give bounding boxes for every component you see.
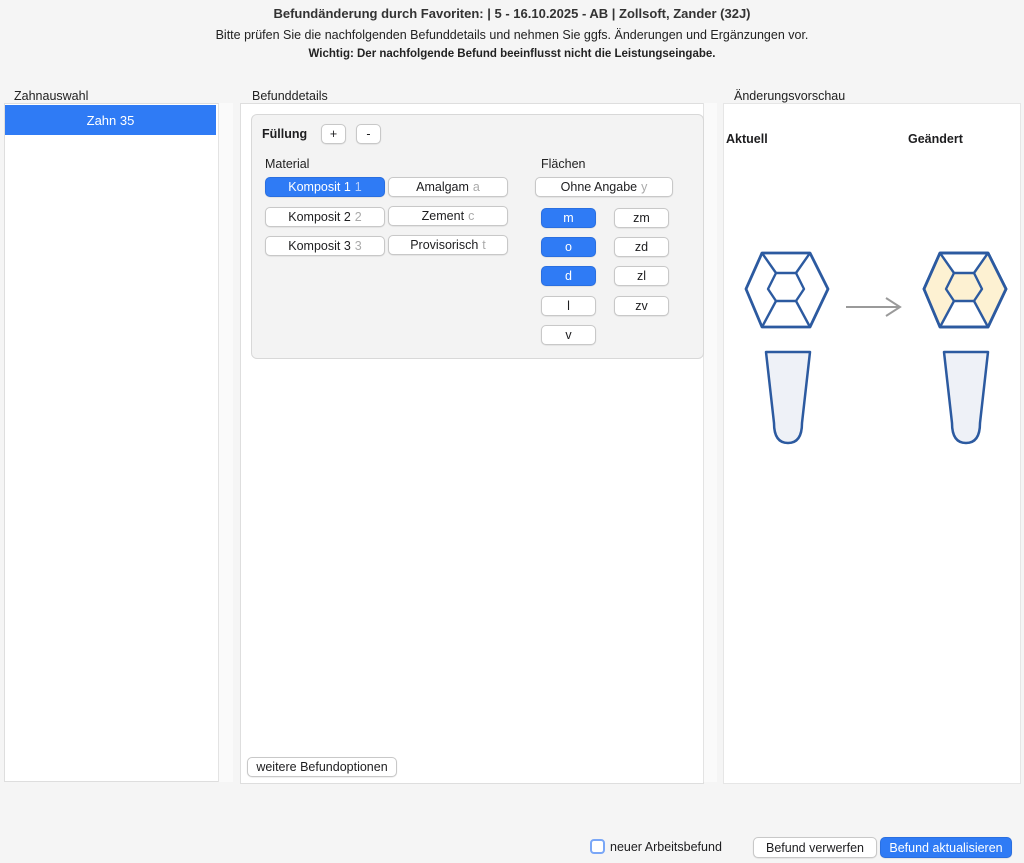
befund-verwerfen-button[interactable]: Befund verwerfen bbox=[753, 837, 877, 858]
neuer-arbeitsbefund-checkbox[interactable] bbox=[590, 839, 605, 854]
warning-text: Wichtig: Der nachfolgende Befund beeinfl… bbox=[308, 48, 716, 60]
dialog-title: Befundänderung durch Favoriten: | 5 - 16… bbox=[273, 6, 751, 21]
material-label: Material bbox=[265, 157, 310, 171]
surface-o-button[interactable]: o bbox=[541, 237, 596, 257]
surface-zd-button[interactable]: zd bbox=[614, 237, 669, 257]
material-komposit1-button[interactable]: Komposit 11 bbox=[265, 177, 385, 197]
weitere-befundoptionen-button[interactable]: weitere Befundoptionen bbox=[247, 757, 397, 777]
surface-m-button[interactable]: m bbox=[541, 208, 596, 228]
tooth-current-root bbox=[764, 350, 812, 445]
geaendert-label: Geändert bbox=[908, 132, 963, 146]
instruction-text: Bitte prüfen Sie die nachfolgenden Befun… bbox=[215, 28, 809, 42]
remove-fuellung-button[interactable]: - bbox=[356, 124, 381, 144]
surface-v-button[interactable]: v bbox=[541, 325, 596, 345]
zahnauswahl-label: Zahnauswahl bbox=[14, 89, 89, 103]
surface-zl-button[interactable]: zl bbox=[614, 266, 669, 286]
vorschau-label: Änderungsvorschau bbox=[734, 89, 846, 103]
tooth-list-scrollbar[interactable] bbox=[218, 103, 233, 782]
tooth-item-35[interactable]: Zahn 35 bbox=[5, 105, 216, 135]
befund-aktualisieren-button[interactable]: Befund aktualisieren bbox=[880, 837, 1012, 858]
befunddetails-scrollbar[interactable] bbox=[703, 103, 717, 782]
material-komposit3-button[interactable]: Komposit 33 bbox=[265, 236, 385, 256]
tooth-list[interactable] bbox=[4, 103, 219, 782]
material-komposit2-button[interactable]: Komposit 22 bbox=[265, 207, 385, 227]
tooth-preview bbox=[744, 251, 1008, 445]
surface-zm-button[interactable]: zm bbox=[614, 208, 669, 228]
surface-l-button[interactable]: l bbox=[541, 296, 596, 316]
flaechen-label: Flächen bbox=[541, 157, 586, 171]
tooth-current-crown bbox=[744, 251, 830, 329]
material-zement-button[interactable]: Zement c bbox=[388, 206, 508, 226]
neuer-arbeitsbefund-label: neuer Arbeitsbefund bbox=[610, 840, 722, 854]
surface-d-button[interactable]: d bbox=[541, 266, 596, 286]
aktuell-label: Aktuell bbox=[726, 132, 768, 146]
material-amalgam-button[interactable]: Amalgam a bbox=[388, 177, 508, 197]
tooth-changed-crown bbox=[922, 251, 1008, 329]
surface-zv-button[interactable]: zv bbox=[614, 296, 669, 316]
fuellung-title: Füllung bbox=[262, 127, 308, 141]
add-fuellung-button[interactable]: + bbox=[321, 124, 346, 144]
material-provisorisch-button[interactable]: Provisorisch t bbox=[388, 235, 508, 255]
arrow-right-icon bbox=[846, 297, 902, 317]
ohne-angabe-button[interactable]: Ohne Angabe y bbox=[535, 177, 673, 197]
tooth-changed-root bbox=[942, 350, 990, 445]
befunddetails-label: Befunddetails bbox=[252, 89, 328, 103]
